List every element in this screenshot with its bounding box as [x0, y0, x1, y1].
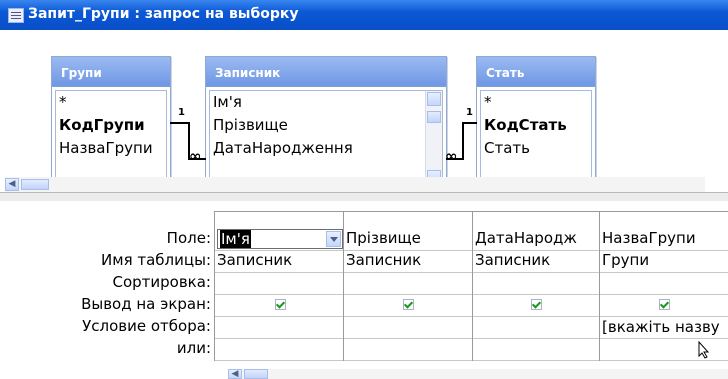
- relation-line-segment: [462, 122, 464, 160]
- table-grupy-fields: * КодГрупи НазваГрупи: [55, 90, 167, 186]
- checkmark-icon[interactable]: [403, 299, 414, 310]
- scroll-thumb[interactable]: [21, 179, 49, 190]
- scroll-thumb[interactable]: [427, 111, 441, 123]
- checkmark-icon[interactable]: [275, 299, 286, 310]
- chevron-down-icon[interactable]: [326, 231, 341, 247]
- field-dropdown[interactable]: Ім'я: [217, 229, 343, 249]
- scroll-up-button[interactable]: [427, 92, 441, 106]
- field-stat[interactable]: Стать: [484, 139, 530, 157]
- relation-many-label: ∞: [445, 147, 458, 165]
- window-title: Запит_Групи : запрос на выборку: [28, 6, 299, 22]
- grid-row-labels: Поле: Имя таблицы: Сортировка: Вывод на …: [0, 201, 211, 379]
- field-kod-stat[interactable]: КодСтать: [484, 116, 567, 134]
- checkmark-icon[interactable]: [659, 299, 670, 310]
- table-cell[interactable]: Групи: [602, 251, 728, 269]
- relation-one-label: 1: [466, 107, 473, 118]
- field-kod-grupy[interactable]: КодГрупи: [59, 116, 145, 134]
- field-cell[interactable]: Прізвище: [346, 229, 475, 247]
- field-cell[interactable]: НазваГрупи: [602, 229, 728, 247]
- field-prizvyshche[interactable]: Прізвище: [213, 116, 288, 134]
- mouse-pointer-icon: [698, 341, 710, 359]
- row-label-or: или:: [176, 339, 211, 357]
- scroll-left-button[interactable]: ◀: [228, 369, 242, 379]
- table-cell[interactable]: Записник: [217, 251, 346, 269]
- scroll-thumb[interactable]: [244, 369, 268, 379]
- row-label-show: Вывод на экран:: [81, 295, 211, 313]
- grid-column-2[interactable]: Прізвище Записник: [343, 211, 473, 361]
- table-cell[interactable]: Записник: [346, 251, 475, 269]
- field-cell[interactable]: Ім'я: [215, 228, 344, 250]
- grid-columns: Ім'я Записник Прізвище Записник ДатаНаро…: [214, 211, 728, 361]
- table-diagram-pane: Групи * КодГрупи НазваГрупи Записник Ім'…: [0, 30, 728, 192]
- table-stat-fields: * КодСтать Стать: [480, 90, 592, 186]
- table-stat-title[interactable]: Стать: [477, 57, 595, 87]
- design-grid: Поле: Имя таблицы: Сортировка: Вывод на …: [0, 201, 728, 379]
- grid-column-1[interactable]: Ім'я Записник: [214, 211, 344, 361]
- relation-many-label: ∞: [189, 147, 202, 165]
- table-zapysnyk[interactable]: Записник Ім'я Прізвище ДатаНародження: [205, 56, 447, 190]
- field-asterisk[interactable]: *: [59, 93, 67, 111]
- field-cell[interactable]: ДатаНародж: [475, 229, 602, 247]
- field-data-narodzhennya[interactable]: ДатаНародження: [213, 139, 353, 157]
- row-label-field: Поле:: [166, 229, 211, 247]
- criteria-cell[interactable]: [вкажіть назву: [602, 318, 728, 336]
- field-asterisk[interactable]: *: [484, 93, 492, 111]
- query-design-window: Запит_Групи : запрос на выборку Групи * …: [0, 0, 728, 379]
- diagram-horizontal-scrollbar[interactable]: ◀: [5, 177, 705, 192]
- relation-one-label: 1: [178, 107, 185, 118]
- table-grupy[interactable]: Групи * КодГрупи НазваГрупи: [51, 56, 171, 190]
- table-grupy-title[interactable]: Групи: [52, 57, 170, 87]
- grid-column-3[interactable]: ДатаНародж Записник: [472, 211, 600, 361]
- field-nazva-grupy[interactable]: НазваГрупи: [59, 139, 153, 157]
- row-label-table: Имя таблицы:: [101, 251, 211, 269]
- table-zapysnyk-title[interactable]: Записник: [206, 57, 446, 87]
- table-stat[interactable]: Стать * КодСтать Стать: [476, 56, 596, 190]
- field-imya[interactable]: Ім'я: [213, 93, 242, 111]
- grid-horizontal-scrollbar[interactable]: ◀: [228, 369, 728, 379]
- grid-column-4[interactable]: НазваГрупи Групи [вкажіть назву: [599, 211, 728, 361]
- table-zapysnyk-fields: Ім'я Прізвище ДатаНародження: [209, 90, 443, 186]
- relation-line-segment: [462, 122, 477, 124]
- row-label-criteria: Условие отбора:: [82, 317, 211, 335]
- query-window-icon: [8, 8, 24, 23]
- field-dropdown-value[interactable]: Ім'я: [220, 230, 251, 248]
- relation-line-segment: [170, 122, 189, 124]
- title-bar[interactable]: Запит_Групи : запрос на выборку: [0, 0, 728, 30]
- row-label-sort: Сортировка:: [112, 273, 211, 291]
- scroll-left-button[interactable]: ◀: [5, 178, 19, 191]
- table-cell[interactable]: Записник: [475, 251, 602, 269]
- checkmark-icon[interactable]: [531, 299, 542, 310]
- table-zapysnyk-scrollbar[interactable]: [425, 91, 442, 185]
